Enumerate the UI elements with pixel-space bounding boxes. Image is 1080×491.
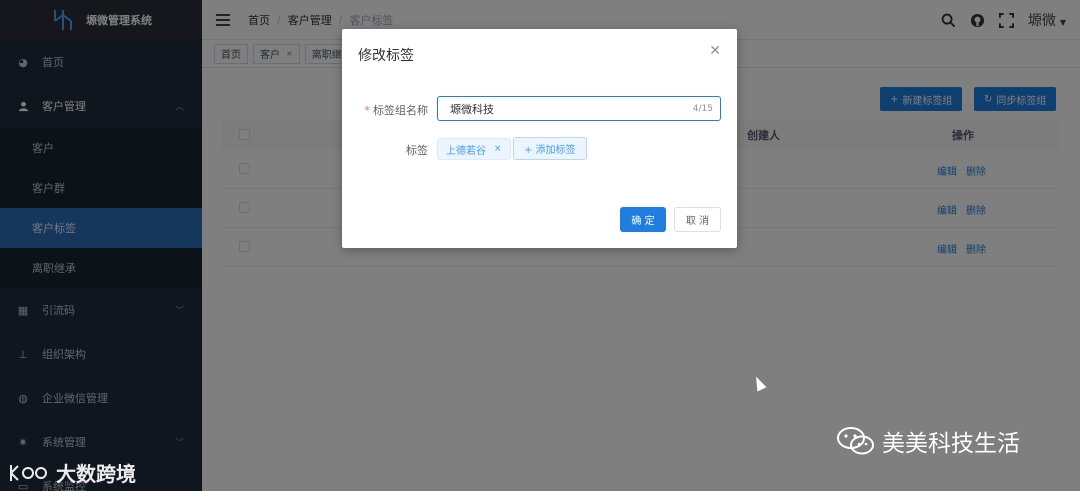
watermark-logo-icon — [10, 464, 47, 481]
dialog-title: 修改标签 — [358, 48, 414, 64]
edit-tag-dialog: 修改标签 ✕ * 标签组名称 塬微科技 4/15 标签 上德若谷 × + 添加标签 … — [342, 29, 737, 248]
confirm-button[interactable]: 确 定 — [620, 207, 666, 232]
watermark-left: 大数跨境 — [8, 458, 136, 487]
close-icon[interactable]: ✕ — [709, 43, 721, 59]
required-mark: * — [364, 104, 371, 117]
watermark-right-text: 美美科技生活 — [882, 431, 1020, 457]
group-name-input[interactable]: 塬微科技 4/15 — [437, 96, 721, 121]
close-icon[interactable]: × — [494, 144, 502, 154]
watermark-right: 美美科技生活 — [836, 424, 1020, 458]
tags-label: 标签 — [406, 144, 428, 157]
group-name-label: * 标签组名称 — [364, 104, 429, 117]
tag-chip: 上德若谷 × — [437, 138, 511, 160]
watermark-left-text: 大数跨境 — [56, 462, 136, 486]
group-name-value: 塬微科技 — [450, 102, 494, 116]
add-tag-button[interactable]: + 添加标签 — [513, 137, 587, 160]
wechat-icon — [837, 427, 874, 455]
cancel-button[interactable]: 取 消 — [674, 207, 721, 232]
char-count: 4/15 — [692, 103, 713, 114]
